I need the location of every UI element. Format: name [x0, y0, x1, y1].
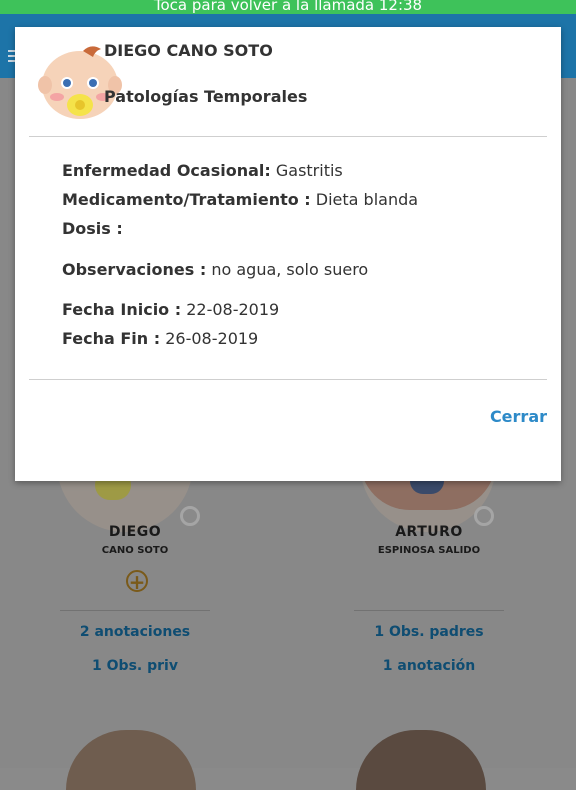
child-avatar[interactable]: [356, 730, 486, 790]
dialog-subtitle: Patologías Temporales: [104, 87, 308, 106]
annotations-link[interactable]: 1 anotación: [304, 658, 554, 674]
return-to-call-banner[interactable]: Toca para volver a la llamada 12:38: [0, 0, 576, 14]
annotations-link[interactable]: 2 anotaciones: [10, 624, 260, 640]
field-label: Fecha Inicio :: [62, 300, 182, 319]
dialog-divider: [29, 136, 547, 137]
add-annotation-button[interactable]: +: [126, 570, 148, 592]
child-surname: CANO SOTO: [101, 545, 169, 556]
field-medication: Medicamento/Tratamiento : Dieta blanda: [62, 190, 418, 209]
close-button[interactable]: Cerrar: [490, 407, 547, 426]
status-indicator-icon: [474, 506, 494, 526]
field-observations: Observaciones : no agua, solo suero: [62, 260, 368, 279]
field-value: Dieta blanda: [310, 190, 419, 209]
field-end-date: Fecha Fin : 26-08-2019: [62, 329, 258, 348]
field-value: no agua, solo suero: [206, 260, 369, 279]
field-value: 22-08-2019: [181, 300, 280, 319]
card-divider: [354, 610, 504, 611]
card-divider: [60, 610, 210, 611]
field-label: Fecha Fin :: [62, 329, 161, 348]
child-surname: ESPINOSA SALIDO: [377, 545, 481, 556]
child-first-name: DIEGO: [108, 524, 162, 540]
field-dose: Dosis :: [62, 219, 123, 238]
field-value: 26-08-2019: [160, 329, 259, 348]
private-observations-link[interactable]: 1 Obs. priv: [10, 658, 260, 674]
temporary-pathology-dialog: DIEGO CANO SOTO Patologías Temporales En…: [15, 27, 561, 481]
field-label: Dosis :: [62, 219, 123, 238]
field-label: Enfermedad Ocasional:: [62, 161, 271, 180]
field-label: Medicamento/Tratamiento :: [62, 190, 311, 209]
parent-observations-link[interactable]: 1 Obs. padres: [304, 624, 554, 640]
field-label: Observaciones :: [62, 260, 207, 279]
child-first-name: ARTURO: [395, 524, 463, 540]
field-occasional-illness: Enfermedad Ocasional: Gastritis: [62, 161, 343, 180]
status-indicator-icon: [180, 506, 200, 526]
field-value: Gastritis: [270, 161, 343, 180]
field-start-date: Fecha Inicio : 22-08-2019: [62, 300, 279, 319]
dialog-divider: [29, 379, 547, 380]
child-avatar[interactable]: [66, 730, 196, 790]
dialog-child-name: DIEGO CANO SOTO: [104, 41, 273, 60]
